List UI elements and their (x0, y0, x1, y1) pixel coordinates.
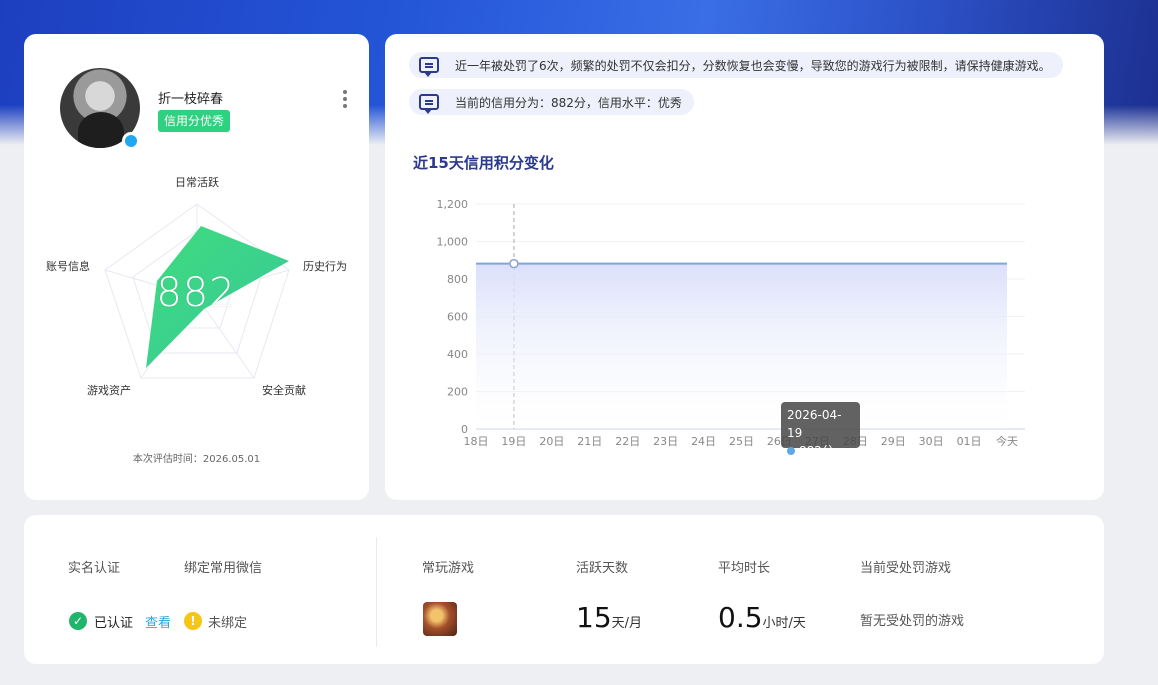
games-label: 常玩游戏 (422, 561, 475, 576)
divider (376, 537, 377, 647)
radar-label-assets: 游戏资产 (87, 384, 131, 397)
radar-label-daily-active: 日常活跃 (175, 176, 219, 189)
active-days-unit: 天/月 (611, 616, 643, 631)
credit-chart-card: 近一年被处罚了6次，频繁的处罚不仅会扣分，分数恢复也会变慢，导致您的游戏行为被限… (385, 34, 1104, 500)
penalty-notice: 近一年被处罚了6次，频繁的处罚不仅会扣分，分数恢复也会变慢，导致您的游戏行为被限… (409, 52, 1063, 78)
x-tick-label: 25日 (729, 435, 754, 448)
chart-title: 近15天信用积分变化 (413, 154, 554, 172)
game-icon[interactable] (423, 602, 457, 636)
realname-status: 已认证 (94, 616, 134, 631)
wechat-label: 绑定常用微信 (184, 561, 263, 576)
profile-card: 折一枝碎春 信用分优秀 日常活跃 历史行为 安全贡献 游戏资产 账号信息 882… (24, 34, 369, 500)
x-tick-label: 今天 (996, 434, 1018, 448)
active-days-label: 活跃天数 (576, 561, 629, 576)
radar-label-account: 账号信息 (46, 260, 90, 273)
x-tick-label: 21日 (577, 435, 602, 448)
view-realname-link[interactable]: 查看 (145, 612, 171, 631)
evaluation-time: 本次评估时间：2026.05.01 (132, 454, 261, 465)
x-tick-label: 23日 (653, 435, 678, 448)
tooltip-date: 2026-04-19 (787, 408, 842, 440)
avg-time-label: 平均时长 (718, 561, 771, 576)
verified-check-icon: ✓ (69, 612, 87, 630)
wechat-status: 未绑定 (208, 616, 248, 631)
x-tick-label: 29日 (881, 435, 906, 448)
y-tick-label: 1,200 (437, 198, 469, 211)
tooltip-value: 882分 (799, 444, 834, 458)
account-info-card: 实名认证 绑定常用微信 ✓ 已认证 查看 ! 未绑定 常玩游戏 活跃天数 15天… (24, 515, 1104, 664)
x-tick-label: 19日 (501, 435, 526, 448)
score-notice: 当前的信用分为：882分，信用水平：优秀 (409, 89, 694, 115)
message-icon (419, 94, 439, 114)
radar-label-security: 安全贡献 (262, 384, 306, 397)
x-tick-label: 30日 (919, 435, 944, 448)
active-days-number: 15 (576, 601, 612, 634)
y-tick-label: 1,000 (437, 236, 469, 249)
chart-tooltip: 2026-04-19 882分 (781, 402, 860, 458)
y-tick-label: 800 (447, 273, 468, 286)
credit-score: 882 (156, 270, 236, 316)
highlight-point (509, 258, 519, 269)
realname-label: 实名认证 (68, 561, 121, 576)
avg-time-unit: 小时/天 (762, 616, 806, 631)
x-tick-label: 22日 (615, 435, 640, 448)
message-icon (419, 57, 439, 77)
penalty-notice-text: 近一年被处罚了6次，频繁的处罚不仅会扣分，分数恢复也会变慢，导致您的游戏行为被限… (455, 58, 1051, 73)
username: 折一枝碎春 (158, 92, 224, 107)
avg-time-value: 0.5小时/天 (718, 601, 806, 634)
penalty-games-label: 当前受处罚游戏 (860, 561, 952, 576)
y-tick-label: 400 (447, 348, 468, 361)
credit-line-chart: 02004006008001,0001,20018日 19日 20日 21日 22日 23… (437, 198, 1025, 448)
x-tick-label: 01日 (957, 435, 982, 448)
avg-time-number: 0.5 (718, 601, 763, 634)
x-tick-label: 20日 (539, 435, 564, 448)
series-area (476, 263, 1007, 429)
y-tick-label: 200 (447, 386, 468, 399)
y-tick-label: 600 (447, 311, 468, 324)
warning-icon: ! (184, 612, 202, 630)
x-tick-label: 18日 (464, 435, 489, 448)
qq-badge-icon (122, 132, 140, 150)
radar-chart: 日常活跃 历史行为 安全贡献 游戏资产 账号信息 882 (24, 164, 369, 404)
active-days-value: 15天/月 (576, 601, 642, 634)
more-options-icon[interactable] (342, 90, 348, 108)
penalty-games-value: 暂无受处罚的游戏 (860, 614, 965, 629)
radar-label-history: 历史行为 (303, 260, 347, 273)
x-tick-label: 24日 (691, 435, 716, 448)
series-dot-icon (787, 447, 795, 455)
score-notice-text: 当前的信用分为：882分，信用水平：优秀 (455, 95, 682, 110)
credit-level-badge: 信用分优秀 (158, 110, 231, 132)
